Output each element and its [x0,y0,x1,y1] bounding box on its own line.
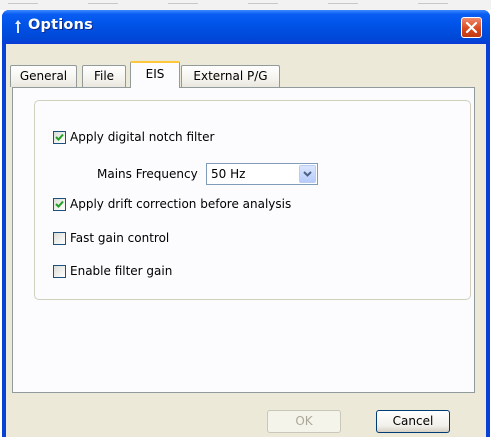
notch-filter-label: Apply digital notch filter [70,130,215,144]
close-icon [465,21,478,34]
close-button[interactable] [461,17,482,38]
filter-gain-option[interactable]: Enable filter gain [53,263,172,279]
filter-gain-label: Enable filter gain [70,264,173,278]
ok-button[interactable]: OK [267,410,341,433]
dialog-body: General File EIS External P/G Apply digi… [6,44,486,437]
background-strip [0,0,491,10]
drift-correction-option[interactable]: Apply drift correction before analysis [53,196,291,212]
tab-file[interactable]: File [82,65,126,87]
drift-correction-label: Apply drift correction before analysis [70,197,292,211]
tab-eis[interactable]: EIS [130,61,180,88]
fast-gain-option[interactable]: Fast gain control [53,230,169,246]
checkmark-icon [55,133,64,141]
filter-gain-checkbox[interactable] [53,264,66,278]
checkmark-icon [55,200,64,208]
fast-gain-label: Fast gain control [70,231,170,245]
eis-tab-panel: Apply digital notch filter Mains Frequen… [12,87,475,393]
chevron-down-icon [303,171,312,177]
dropdown-button[interactable] [299,165,316,183]
cancel-button[interactable]: Cancel [376,410,450,433]
mains-frequency-value: 50 Hz [211,167,246,181]
app-icon [13,19,23,35]
tab-external-pg[interactable]: External P/G [181,65,280,87]
drift-correction-checkbox[interactable] [53,197,66,211]
title-bar[interactable]: Options [2,10,490,44]
mains-frequency-select[interactable]: 50 Hz [206,163,318,185]
notch-filter-checkbox[interactable] [53,130,66,144]
fast-gain-checkbox[interactable] [53,231,66,245]
mains-frequency-label: Mains Frequency [97,167,198,181]
window-border-right [486,44,490,437]
window-title: Options [28,17,93,33]
tab-general[interactable]: General [10,65,77,87]
options-dialog: Options General File EIS External P/G Ap… [2,10,490,437]
notch-filter-option[interactable]: Apply digital notch filter [53,129,214,145]
